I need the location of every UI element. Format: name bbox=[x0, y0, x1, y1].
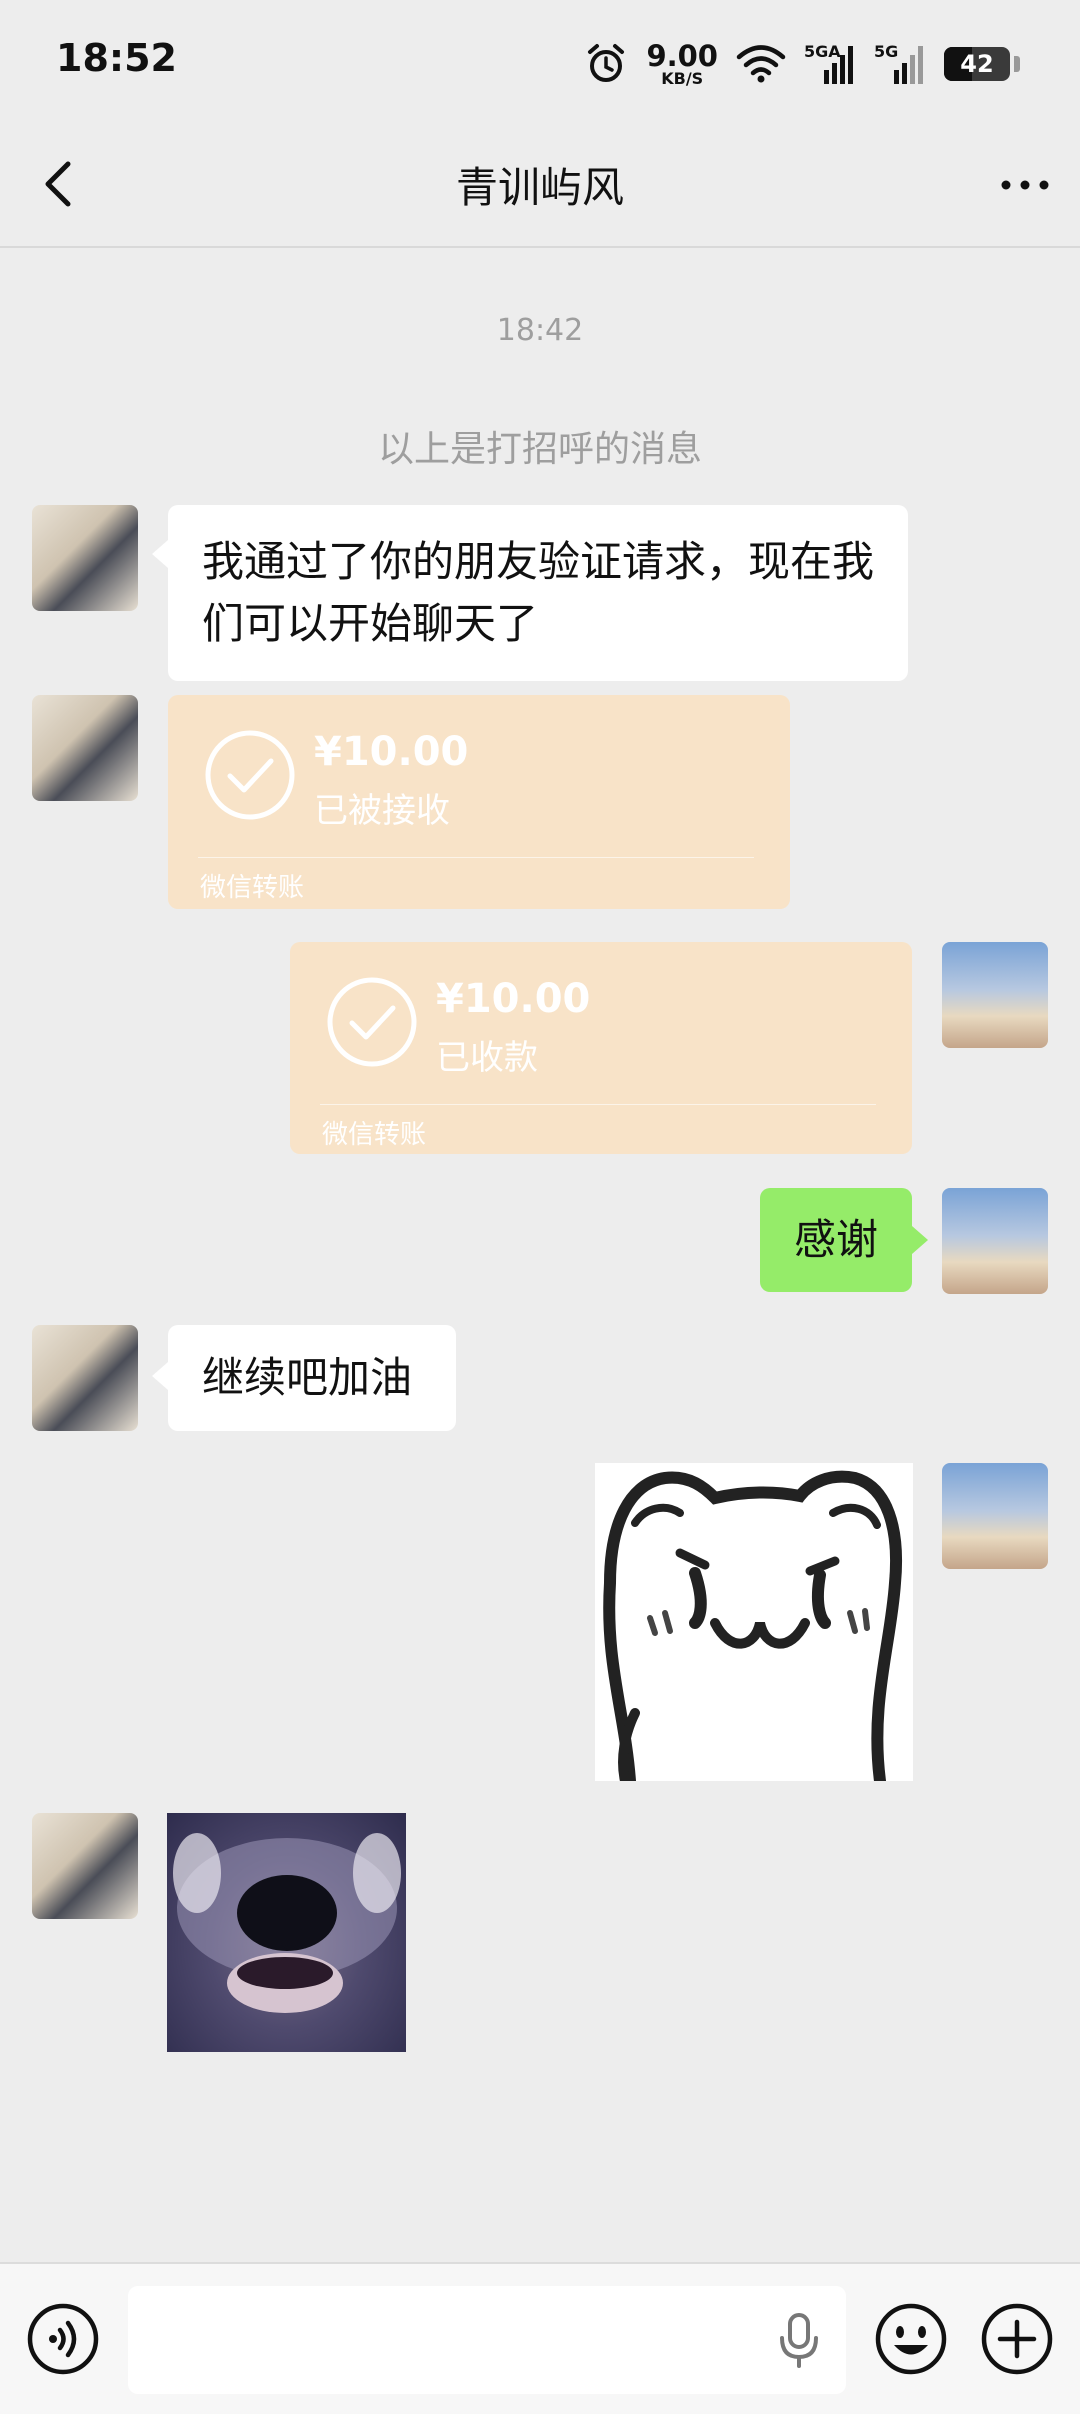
net-speed: 9.00 KB/S bbox=[646, 38, 718, 88]
signal-5ga: 5GA bbox=[804, 42, 856, 86]
input-bar bbox=[0, 2262, 1080, 2414]
emoji-icon[interactable] bbox=[874, 2302, 948, 2376]
transfer-divider bbox=[198, 857, 754, 858]
my-avatar[interactable] bbox=[942, 1463, 1048, 1569]
net-speed-value: 9.00 bbox=[646, 38, 718, 73]
dog-face-drawing bbox=[173, 1833, 401, 2013]
microphone-icon[interactable] bbox=[776, 2312, 822, 2368]
transfer-amount: ¥10.00 bbox=[436, 976, 591, 1022]
alarm-icon bbox=[588, 44, 625, 82]
transfer-card-received[interactable]: ¥10.00 已被接收 微信转账 bbox=[168, 695, 790, 909]
message-bubble-me[interactable]: 感谢 bbox=[760, 1188, 912, 1292]
contact-avatar[interactable] bbox=[32, 1325, 138, 1431]
battery-icon: 42 bbox=[944, 47, 1010, 81]
wifi-icon bbox=[736, 45, 786, 83]
check-circle-icon bbox=[327, 977, 417, 1067]
nav-bar: 青训屿风 bbox=[0, 120, 1080, 248]
transfer-source: 微信转账 bbox=[200, 873, 305, 903]
message-text: 我通过了你的朋友验证请求，现在我们可以开始聊天了 bbox=[202, 537, 875, 648]
more-icon[interactable] bbox=[990, 160, 1060, 210]
message-bubble-other[interactable]: 继续吧加油 bbox=[168, 1325, 456, 1431]
voice-mode-icon[interactable] bbox=[26, 2302, 100, 2376]
transfer-status: 已收款 bbox=[436, 1038, 538, 1078]
bear-drawing bbox=[603, 1470, 902, 1781]
bubble-tail bbox=[152, 540, 168, 568]
plus-icon[interactable] bbox=[980, 2302, 1054, 2376]
bubble-tail bbox=[152, 1362, 168, 1390]
check-circle-icon bbox=[205, 730, 295, 820]
message-text: 感谢 bbox=[793, 1215, 878, 1264]
message-input[interactable] bbox=[128, 2286, 846, 2394]
status-icons: 9.00 KB/S 5GA 5G 42 bbox=[584, 36, 1020, 92]
system-notice: 以上是打招呼的消息 bbox=[377, 429, 702, 470]
signal-5g: 5G bbox=[874, 42, 926, 86]
contact-avatar[interactable] bbox=[32, 1813, 138, 1919]
cartoon-bear-sticker[interactable] bbox=[595, 1463, 913, 1781]
signal-bars-icon bbox=[824, 46, 853, 84]
dog-face-sticker[interactable] bbox=[167, 1813, 406, 2052]
signal-bars-icon bbox=[894, 46, 923, 84]
battery-tip bbox=[1014, 56, 1020, 72]
chat-title: 青训屿风 bbox=[455, 163, 624, 212]
status-bar: 18:52 9.00 KB/S 5GA 5G 42 bbox=[0, 0, 1080, 120]
transfer-status: 已被接收 bbox=[314, 791, 450, 831]
transfer-amount: ¥10.00 bbox=[314, 729, 469, 775]
battery-level: 42 bbox=[960, 50, 994, 78]
my-avatar[interactable] bbox=[942, 1188, 1048, 1294]
contact-avatar[interactable] bbox=[32, 505, 138, 611]
net-speed-unit: KB/S bbox=[661, 68, 704, 88]
bubble-tail bbox=[912, 1226, 928, 1254]
chat-timestamp: 18:42 bbox=[496, 313, 584, 348]
chat-screen: 18:52 9.00 KB/S 5GA 5G 42 青训屿风 18:42 以上是… bbox=[0, 0, 1080, 2414]
message-bubble-other[interactable]: 我通过了你的朋友验证请求，现在我们可以开始聊天了 bbox=[168, 505, 908, 681]
my-avatar[interactable] bbox=[942, 942, 1048, 1048]
status-time: 18:52 bbox=[56, 36, 177, 80]
message-text: 继续吧加油 bbox=[202, 1353, 413, 1402]
transfer-source: 微信转账 bbox=[322, 1120, 427, 1150]
transfer-card-collected[interactable]: ¥10.00 已收款 微信转账 bbox=[290, 942, 912, 1154]
transfer-divider bbox=[320, 1104, 876, 1105]
contact-avatar[interactable] bbox=[32, 695, 138, 801]
